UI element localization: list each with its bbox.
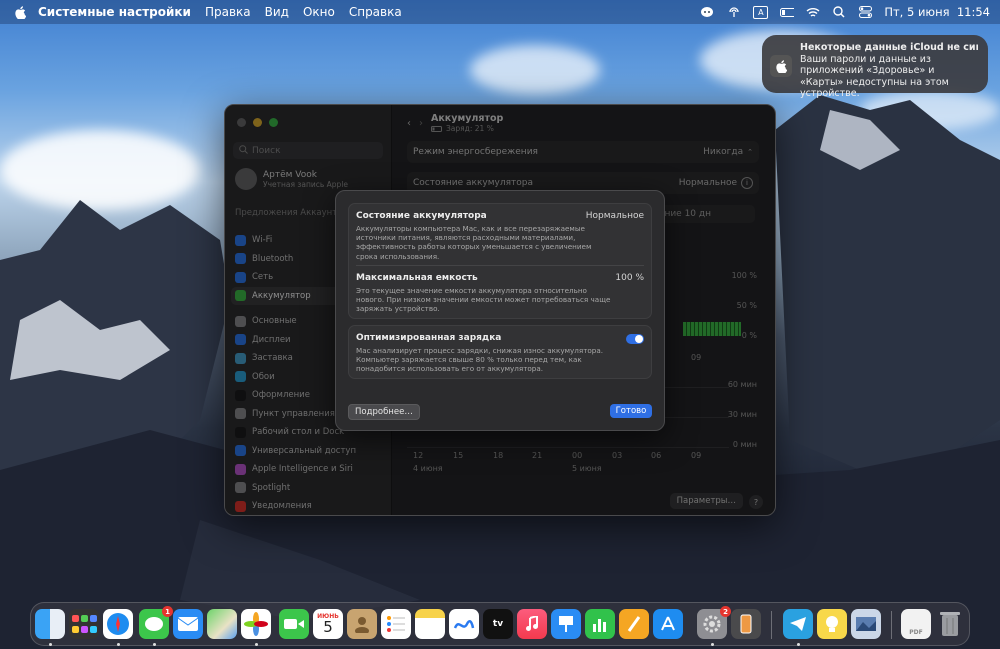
capacity-title: Максимальная емкость [356,273,478,283]
running-indicator [117,643,120,646]
done-button[interactable]: Готово [610,404,652,418]
optimized-title: Оптимизированная зарядка [356,333,502,343]
messages-badge: 1 [162,606,173,617]
optimized-description: Mac анализирует процесс зарядки, снижая … [356,346,604,374]
pdf-file-icon[interactable]: PDF [901,609,931,639]
pdf-label: PDF [909,629,923,636]
system-settings-icon[interactable]: 2 [697,606,731,639]
airdrop-icon[interactable] [727,5,741,19]
icloud-notification[interactable]: Некоторые данные iCloud не синхрон… Ваши… [762,35,988,99]
notification-title: Некоторые данные iCloud не синхрон… [800,42,978,53]
safari-icon[interactable] [103,609,133,639]
dock-separator [891,611,892,639]
control-center-icon[interactable] [858,5,872,19]
optimized-card: Оптимизированная зарядка Mac анализирует… [348,325,652,379]
reminders-icon[interactable] [381,609,411,639]
iphone-mirroring-icon[interactable] [731,609,761,639]
capacity-description: Это текущее значение емкости аккумулятор… [356,286,611,314]
menu-bar: Системные настройки Правка Вид Окно Спра… [0,0,1000,24]
photos-icon[interactable] [241,609,271,639]
calendar-icon[interactable]: ИЮНЬ 5 [313,609,343,639]
notification-body: Ваши пароли и данные из приложений «Здор… [800,53,949,100]
keyboard-layout-icon[interactable]: A [753,5,769,19]
numbers-icon[interactable] [585,609,615,639]
health-section: Состояние аккумулятора Нормальное Аккуму… [356,211,644,261]
apple-logo-icon [770,55,792,77]
running-indicator [711,643,714,646]
tv-label: tv [492,619,504,629]
running-indicator [255,643,258,646]
learn-more-button[interactable]: Подробнее… [348,404,420,420]
menu-app-name[interactable]: Системные настройки [38,5,191,19]
notes-icon[interactable] [415,609,445,639]
optimized-charging-toggle[interactable] [626,334,644,344]
running-indicator [49,643,52,646]
telegram-icon[interactable] [783,609,813,639]
launchpad-icon[interactable] [69,609,99,639]
trash-icon[interactable] [935,609,965,639]
dock: 1 ИЮНЬ 5 tv 2 PDF [30,602,970,646]
battery-health-sheet: Состояние аккумулятора Нормальное Аккуму… [335,190,665,431]
pages-icon[interactable] [619,609,649,639]
wechat-icon[interactable] [701,5,715,19]
apple-menu-icon[interactable] [12,4,28,20]
capacity-value: 100 % [615,273,644,283]
running-indicator [797,643,800,646]
wifi-icon[interactable] [806,5,820,19]
menu-help[interactable]: Справка [349,5,402,19]
messages-icon[interactable]: 1 [139,606,173,639]
search-icon[interactable] [832,5,846,19]
facetime-icon[interactable] [279,609,309,639]
contacts-icon[interactable] [347,609,377,639]
dock-separator [771,611,772,639]
keyboard-layout-label: A [758,7,764,17]
battery-icon[interactable] [780,5,795,19]
app-store-icon[interactable] [653,609,683,639]
preview-icon[interactable] [851,609,881,639]
menu-clock[interactable]: Пт, 5 июня 11:54 [884,5,990,19]
running-indicator [153,643,156,646]
menu-edit[interactable]: Правка [205,5,251,19]
info-card: Состояние аккумулятора Нормальное Аккуму… [348,203,652,319]
settings-badge: 2 [720,606,731,617]
menu-view[interactable]: Вид [265,5,289,19]
divider [356,265,644,266]
keynote-icon[interactable] [551,609,581,639]
freeform-icon[interactable] [449,609,479,639]
capacity-section: Максимальная емкость 100 % Это текущее з… [356,273,644,314]
health-description: Аккумуляторы компьютера Mac, как и все п… [356,224,592,261]
menu-window[interactable]: Окно [303,5,335,19]
calendar-day: 5 [323,618,333,636]
maps-icon[interactable] [207,609,237,639]
tips-icon[interactable] [817,609,847,639]
music-icon[interactable] [517,609,547,639]
optimized-section: Оптимизированная зарядка Mac анализирует… [356,333,644,374]
health-value: Нормальное [585,211,644,221]
apple-tv-icon[interactable]: tv [483,609,513,639]
mail-icon[interactable] [173,609,203,639]
finder-icon[interactable] [35,609,65,639]
